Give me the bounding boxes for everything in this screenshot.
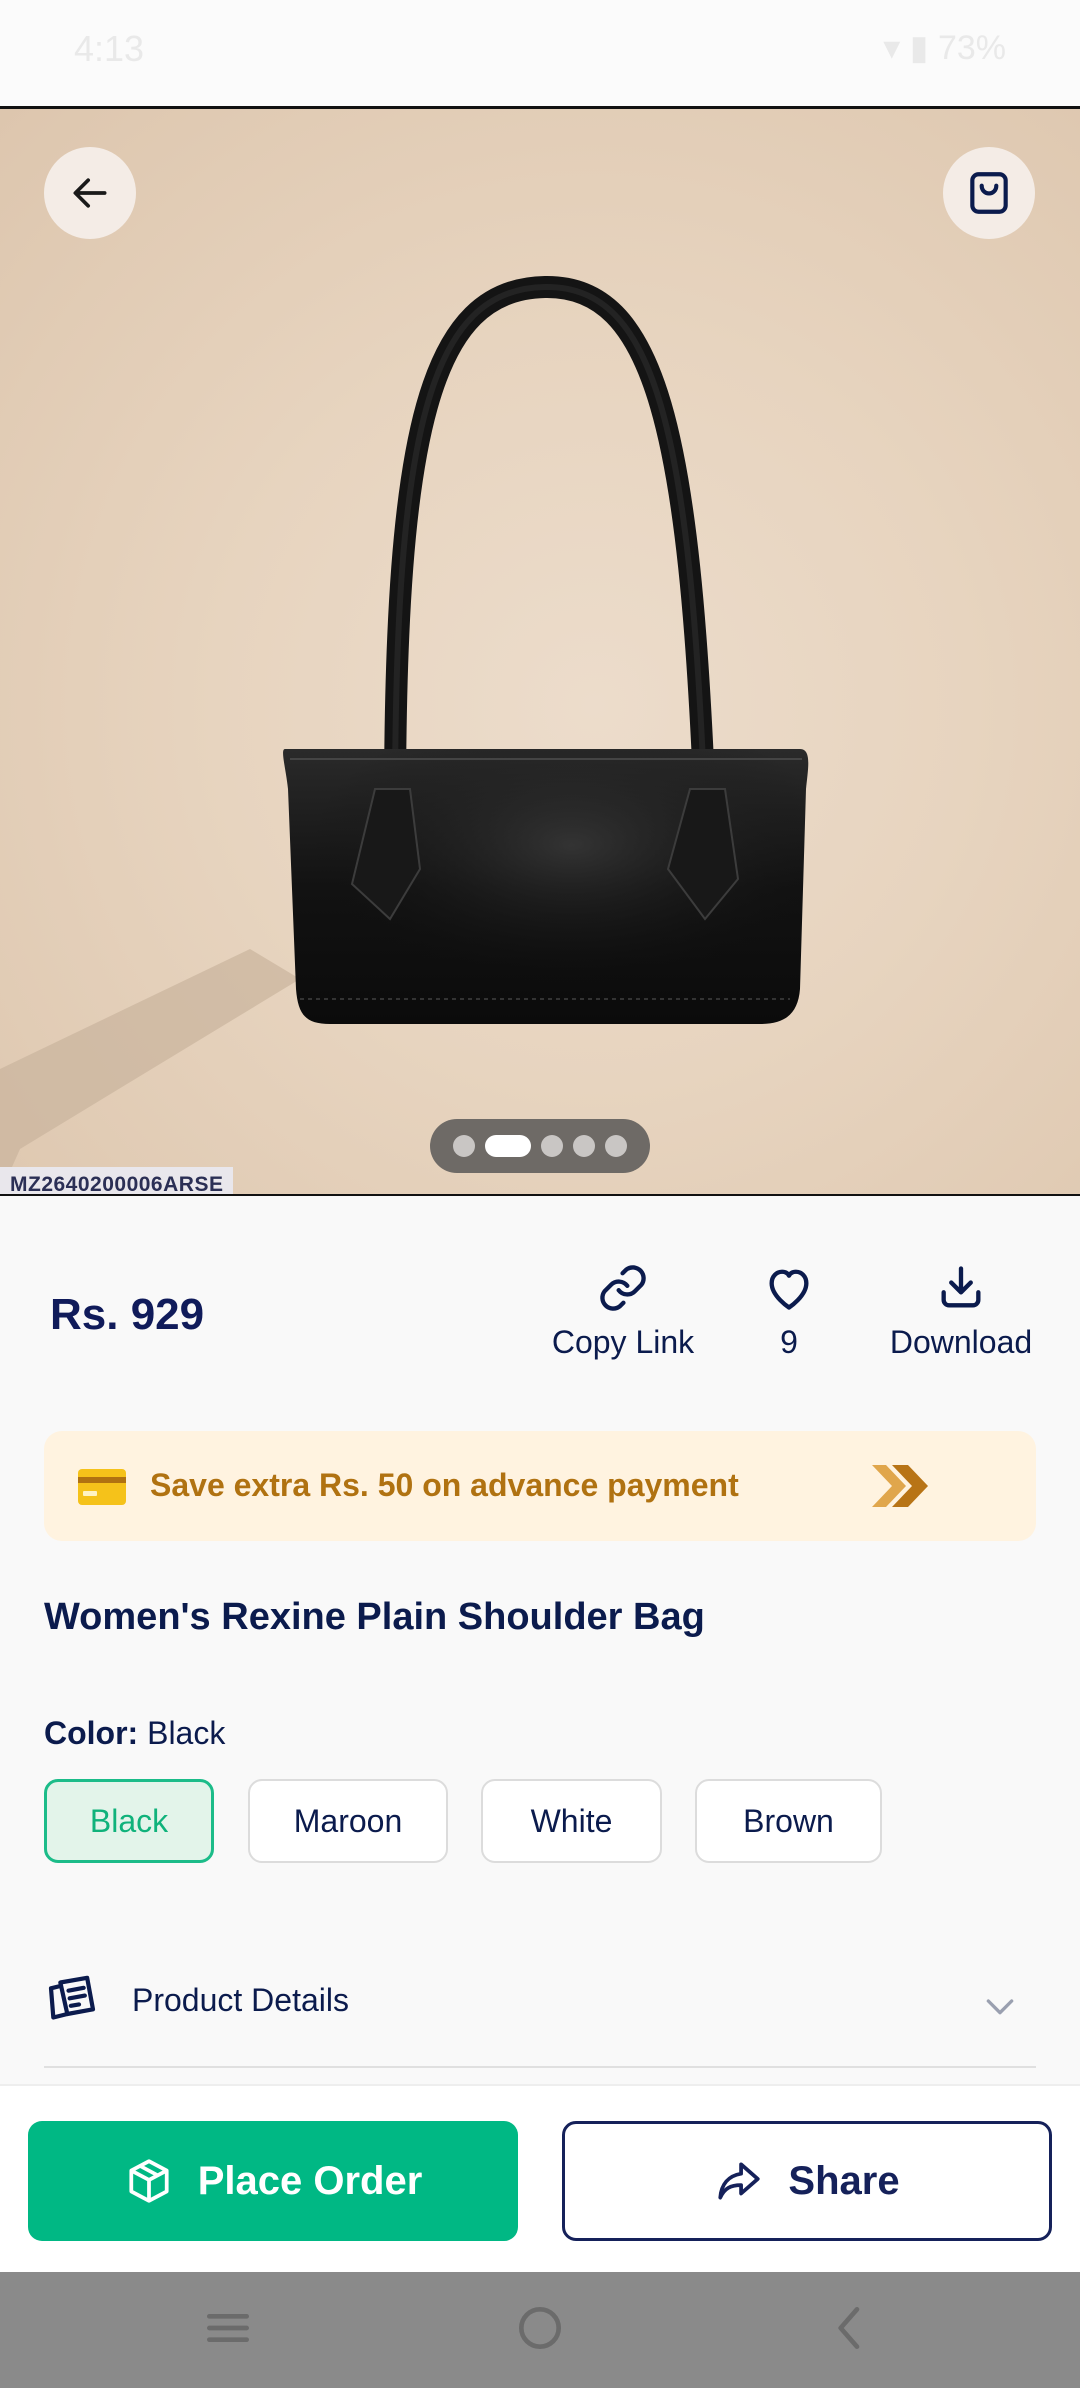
carousel-dot-active[interactable] [485,1135,531,1157]
color-label: Color: Black [44,1715,225,1752]
place-order-label: Place Order [197,2158,423,2203]
shopping-bag-icon [970,172,1008,214]
product-price: Rs. 929 [50,1290,205,1339]
color-option-black[interactable]: Black [44,1779,214,1863]
heart-icon [769,1269,809,1310]
credit-card-icon [78,1469,126,1505]
color-label-key: Color: [44,1715,139,1751]
copy-link-button[interactable]: Copy Link [551,1262,695,1361]
place-order-button[interactable]: Place Order [28,2121,518,2241]
carousel-dot[interactable] [573,1135,595,1157]
carousel-dot[interactable] [453,1135,475,1157]
product-details-accordion[interactable]: Product Details [44,1960,1036,2068]
color-option-white[interactable]: White [481,1779,662,1863]
status-bar: 4:13 ▾ ▮ 73% [0,0,1080,106]
box-icon [129,2159,169,2203]
double-chevron-icon [872,1465,928,1507]
link-icon [600,1265,646,1311]
back-arrow-icon [73,178,107,208]
color-option-maroon[interactable]: Maroon [248,1779,448,1863]
carousel-dot[interactable] [605,1135,627,1157]
chevron-down-icon [986,1999,1014,2015]
color-option-brown[interactable]: Brown [695,1779,882,1863]
product-title: Women's Rexine Plain Shoulder Bag [44,1596,705,1638]
download-icon [941,1266,981,1308]
color-selected-value: Black [147,1715,226,1751]
download-label: Download [889,1324,1033,1360]
share-icon [718,2162,761,2200]
product-details-label: Product Details [132,1982,349,2018]
advance-payment-banner[interactable]: Save extra Rs. 50 on advance payment [44,1431,1036,1541]
back-button[interactable] [44,147,136,239]
likes-count: 9 [780,1324,798,1360]
share-label: Share [788,2158,900,2203]
carousel-dot[interactable] [541,1135,563,1157]
back-nav-icon[interactable] [822,2300,878,2356]
product-sku: MZ2640200006ARSE [0,1167,234,1194]
home-icon[interactable] [512,2300,568,2356]
promo-text: Save extra Rs. 50 on advance payment [150,1467,739,1503]
product-image [0,275,809,1194]
download-button[interactable]: Download [883,1262,1039,1361]
like-button[interactable]: 9 [759,1262,819,1361]
system-nav-bar [0,2272,1080,2388]
status-time: 4:13 [74,28,145,69]
bottom-action-bar: Place Order Share [0,2084,1080,2274]
cart-button[interactable] [943,147,1035,239]
copy-link-label: Copy Link [551,1324,695,1360]
product-image-carousel[interactable]: MZ2640200006ARSE [0,106,1080,1196]
recent-apps-icon[interactable] [200,2300,256,2356]
carousel-indicator [430,1119,650,1173]
document-icon [48,1975,96,2020]
status-indicators: ▾ ▮ 73% [883,29,1006,67]
share-button[interactable]: Share [562,2121,1052,2241]
